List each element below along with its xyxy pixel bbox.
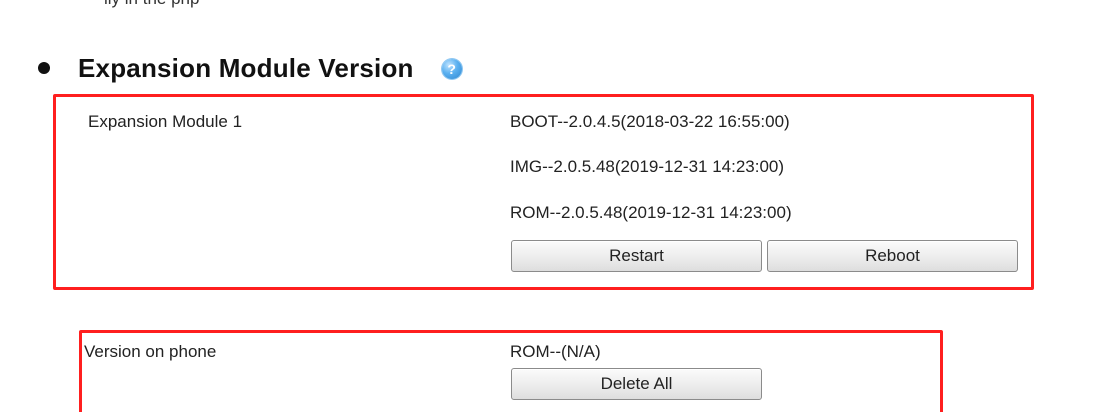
restart-button[interactable]: Restart <box>511 240 762 272</box>
delete-all-button[interactable]: Delete All <box>511 368 762 400</box>
expansion-module-label: Expansion Module 1 <box>88 112 243 131</box>
bullet-icon <box>38 62 50 74</box>
version-on-phone-label: Version on phone <box>84 342 217 361</box>
section-header: Expansion Module Version ? <box>38 48 462 88</box>
reboot-button[interactable]: Reboot <box>767 240 1018 272</box>
section-title: Expansion Module Version <box>78 52 414 83</box>
boot-version: BOOT--2.0.4.5(2018-03-22 16:55:00) <box>510 112 790 131</box>
rom-version: ROM--2.0.5.48(2019-12-31 14:23:00) <box>510 203 792 222</box>
img-version: IMG--2.0.5.48(2019-12-31 14:23:00) <box>510 157 785 176</box>
phone-rom-version: ROM--(N/A) <box>510 342 601 361</box>
truncated-text: lly in the php <box>104 0 199 9</box>
page: lly in the php Expansion Module Version … <box>0 0 1110 412</box>
help-icon[interactable]: ? <box>441 59 462 79</box>
